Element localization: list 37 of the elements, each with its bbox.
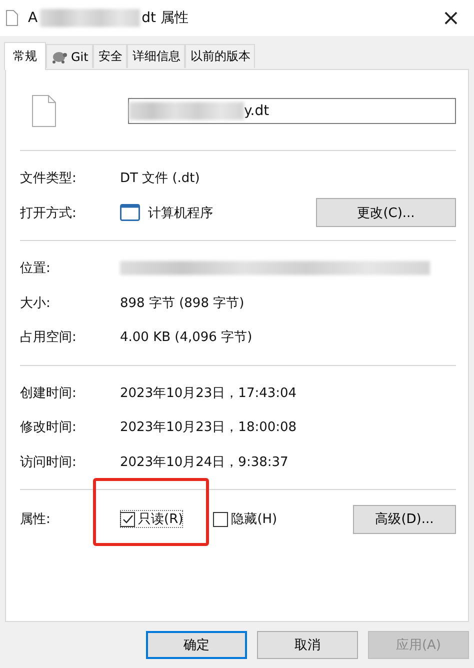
close-button[interactable]: × — [428, 0, 474, 36]
dialog-button[interactable]: 确定 — [146, 631, 247, 659]
checkbox[interactable] — [120, 512, 135, 526]
field-label: 属性: — [20, 511, 52, 528]
field-value: 2023年10月24日，9:38:37 — [120, 454, 288, 471]
field-label: 文件类型: — [20, 170, 78, 188]
field-label: 打开方式: — [20, 204, 78, 222]
field-value: 898 字节 (898 字节) — [120, 294, 244, 312]
field-label: 大小: — [20, 294, 52, 312]
window-icon — [120, 204, 140, 222]
turtle-icon — [51, 50, 67, 64]
file-icon — [6, 10, 18, 26]
checkbox-option[interactable]: 只读(R) — [120, 510, 184, 528]
field-label: 访问时间: — [20, 454, 78, 471]
file-name-field[interactable]: y.dt — [128, 98, 456, 124]
tab[interactable]: 详细信息 — [127, 44, 186, 68]
field-label: 占用空间: — [20, 329, 78, 346]
field-value: DT 文件 (.dt) — [120, 170, 200, 188]
tab[interactable]: Git — [46, 44, 94, 68]
change-button[interactable]: 更改(C)... — [316, 198, 456, 228]
dialog-button[interactable]: 取消 — [257, 631, 358, 659]
field-label: 修改时间: — [20, 419, 78, 436]
checkbox-option[interactable]: 隐藏(H) — [213, 510, 278, 528]
window-title: dt 属性 — [142, 9, 188, 27]
field-value: 4.00 KB (4,096 字节) — [120, 329, 252, 346]
advanced-button[interactable]: 高级(D)... — [353, 504, 456, 534]
window-title: A — [28, 10, 38, 26]
field-value: 2023年10月23日，17:43:04 — [120, 384, 297, 402]
tab[interactable]: 安全 — [93, 44, 128, 68]
checkbox[interactable] — [213, 512, 228, 526]
file-icon — [32, 95, 56, 127]
field-value: 计算机程序 — [148, 204, 213, 222]
field-label: 创建时间: — [20, 384, 78, 402]
tab[interactable]: 以前的版本 — [185, 44, 256, 68]
field-label: 位置: — [20, 260, 52, 278]
field-value: 2023年10月23日，18:00:08 — [120, 419, 297, 436]
tab[interactable]: 常规 — [4, 42, 46, 70]
